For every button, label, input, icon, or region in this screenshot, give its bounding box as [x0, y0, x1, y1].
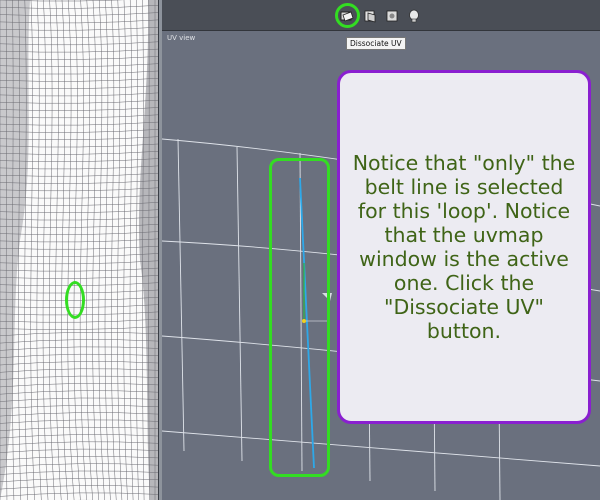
uv-tool-3-icon[interactable]: [384, 8, 400, 24]
uv-view-title: UV view: [167, 34, 196, 42]
head-model-icon[interactable]: [406, 8, 422, 24]
dissociate-uv-tooltip: Dissociate UV: [346, 37, 406, 50]
dissociate-button-highlight: [335, 3, 360, 28]
uv-toolbar: [162, 0, 600, 31]
uv-tool-2-icon[interactable]: [362, 8, 378, 24]
callout-text: Notice that "only" the belt line is sele…: [352, 151, 576, 343]
instruction-callout: Notice that "only" the belt line is sele…: [337, 70, 591, 424]
selected-belt-highlight: [65, 281, 85, 319]
viewport-3d[interactable]: [0, 0, 158, 500]
mesh-wireframe: [0, 0, 158, 500]
selected-edge-highlight: [269, 158, 330, 477]
